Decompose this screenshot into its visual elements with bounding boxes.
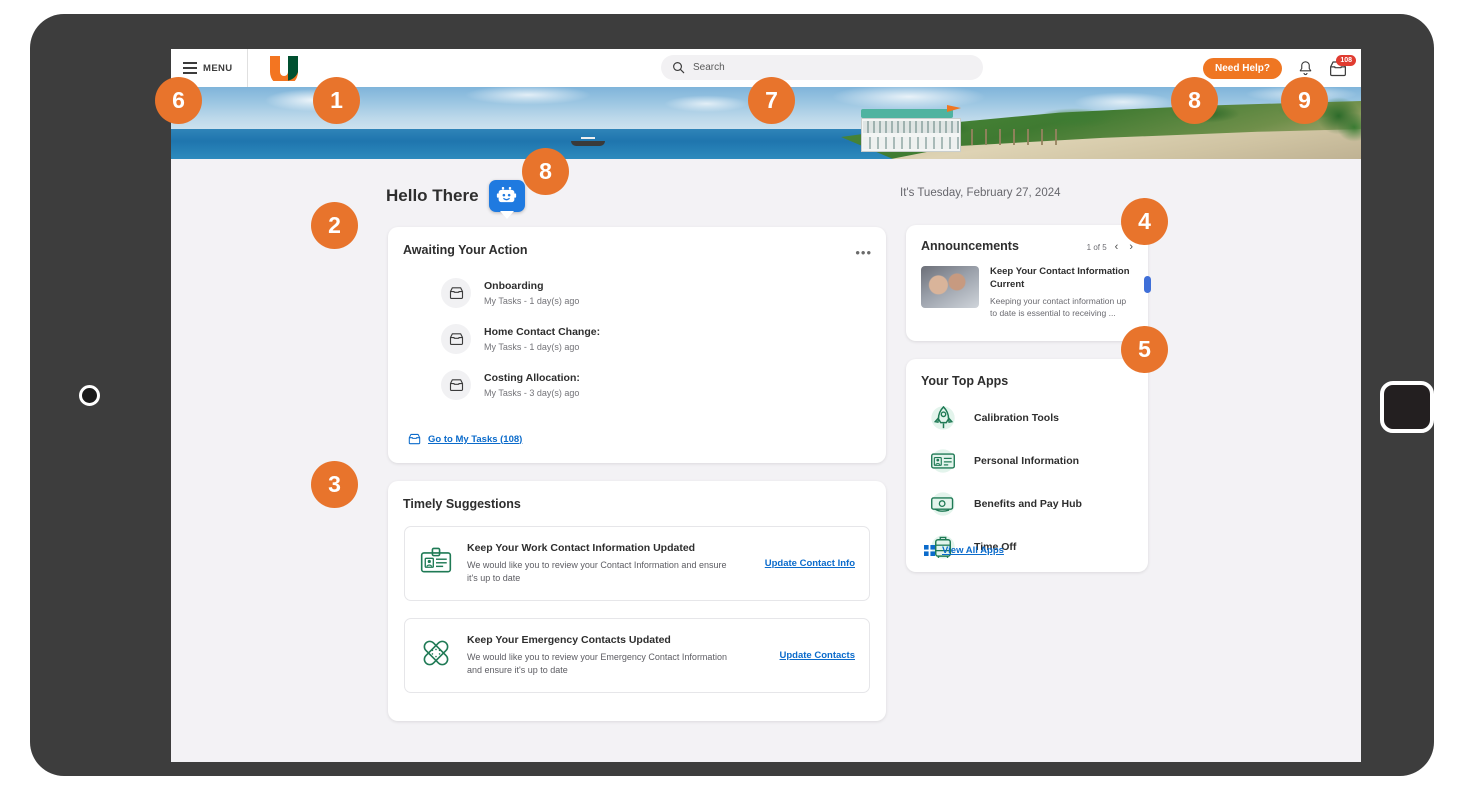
bell-icon[interactable]	[1298, 60, 1313, 77]
inbox-badge-count: 108	[1336, 54, 1356, 66]
annotation-marker-8: 8	[522, 148, 569, 195]
boat-icon	[571, 137, 605, 146]
inbox-task-icon	[441, 278, 471, 308]
app-item-benefits-and-pay-hub[interactable]: Benefits and Pay Hub	[928, 489, 1082, 519]
menu-button-label: MENU	[203, 62, 233, 74]
task-subtitle: My Tasks - 1 day(s) ago	[484, 296, 580, 306]
task-row[interactable]: Onboarding My Tasks - 1 day(s) ago	[441, 278, 861, 308]
announcements-card: Announcements 1 of 5 ‹ › Keep Your Conta…	[906, 225, 1151, 341]
awaiting-card-title: Awaiting Your Action	[403, 243, 528, 257]
task-subtitle: My Tasks - 1 day(s) ago	[484, 342, 580, 352]
suggestion-description: We would like you to review your Emergen…	[467, 651, 727, 675]
top-apps-card-title: Your Top Apps	[921, 374, 1009, 388]
annotation-marker-1: 1	[313, 77, 360, 124]
suggestion-item[interactable]: Keep Your Emergency Contacts Updated We …	[404, 618, 870, 693]
id-badge-icon	[419, 546, 453, 581]
go-to-my-tasks-link[interactable]: Go to My Tasks (108)	[428, 434, 522, 445]
chatbot-icon[interactable]	[488, 180, 525, 219]
money-icon	[928, 489, 958, 519]
suggestion-item[interactable]: Keep Your Work Contact Information Updat…	[404, 526, 870, 601]
annotation-marker-3: 3	[311, 461, 358, 508]
announcements-pager: 1 of 5	[1086, 242, 1107, 252]
need-help-button[interactable]: Need Help?	[1202, 57, 1282, 79]
page-title: Hello There	[386, 186, 479, 205]
view-all-apps-link[interactable]: View All Apps	[942, 545, 1004, 556]
task-title: Home Contact Change:	[484, 326, 601, 338]
awaiting-overflow-menu-button[interactable]: •••	[855, 245, 872, 260]
your-top-apps-card: Your Top Apps Calibration Tools Personal…	[906, 359, 1148, 572]
bandage-cross-icon	[419, 637, 453, 674]
waterfront-building	[861, 103, 969, 155]
annotation-marker-6: 6	[155, 77, 202, 124]
search-icon	[673, 62, 685, 74]
timely-card-title: Timely Suggestions	[403, 497, 521, 511]
inbox-task-icon	[441, 324, 471, 354]
task-subtitle: My Tasks - 3 day(s) ago	[484, 388, 580, 398]
timely-suggestions-card: Timely Suggestions Keep Your Work Contac…	[388, 481, 886, 721]
inbox-icon[interactable]: 108	[1329, 54, 1356, 77]
suggestion-description: We would like you to review your Contact…	[467, 559, 727, 583]
greeting-row: Hello There	[386, 180, 525, 219]
annotation-marker-4: 4	[1121, 198, 1168, 245]
home-button[interactable]	[1380, 381, 1434, 433]
university-logo[interactable]	[268, 55, 308, 81]
task-row[interactable]: Home Contact Change: My Tasks - 1 day(s)…	[441, 324, 861, 354]
annotation-marker-8: 8	[1171, 77, 1218, 124]
update-contacts-link[interactable]: Update Contacts	[780, 650, 855, 661]
rocket-icon	[928, 403, 958, 433]
inbox-task-icon	[441, 370, 471, 400]
annotation-marker-9: 9	[1281, 77, 1328, 124]
task-title: Onboarding	[484, 280, 544, 292]
search-placeholder-text: Search	[693, 62, 725, 73]
announcement-scroll-indicator[interactable]	[1144, 276, 1151, 293]
app-label: Benefits and Pay Hub	[974, 498, 1082, 510]
app-item-personal-information[interactable]: Personal Information	[928, 446, 1082, 476]
suggestion-title: Keep Your Emergency Contacts Updated	[467, 633, 671, 646]
annotation-marker-2: 2	[311, 202, 358, 249]
inbox-link-icon	[408, 433, 421, 445]
annotation-marker-5: 5	[1121, 326, 1168, 373]
annotation-marker-7: 7	[748, 77, 795, 124]
app-label: Calibration Tools	[974, 412, 1059, 424]
announcement-thumbnail	[921, 266, 979, 308]
awaiting-your-action-card: Awaiting Your Action ••• Onboarding My T…	[388, 227, 886, 463]
header-actions: Need Help? 108	[1202, 49, 1356, 87]
task-row[interactable]: Costing Allocation: My Tasks - 3 day(s) …	[441, 370, 861, 400]
grid-icon	[924, 545, 935, 556]
task-title: Costing Allocation:	[484, 372, 580, 384]
suggestion-title: Keep Your Work Contact Information Updat…	[467, 541, 696, 554]
announcement-description: Keeping your contact information up to d…	[990, 295, 1127, 318]
tablet-device-frame: MENU Search Need Help? 108 Hello There I…	[30, 14, 1434, 776]
current-date-text: It's Tuesday, February 27, 2024	[900, 187, 1061, 199]
search-input[interactable]: Search	[661, 55, 983, 80]
chevron-left-icon[interactable]: ‹	[1112, 241, 1122, 253]
app-item-calibration-tools[interactable]: Calibration Tools	[928, 403, 1082, 433]
id-card-icon	[928, 446, 958, 476]
tablet-screen: MENU Search Need Help? 108 Hello There I…	[171, 49, 1361, 762]
app-label: Personal Information	[974, 455, 1080, 467]
update-contact-info-link[interactable]: Update Contact Info	[765, 558, 855, 569]
announcements-card-title: Announcements	[921, 239, 1019, 253]
announcement-title: Keep Your Contact Information Current	[990, 266, 1130, 290]
search-container[interactable]: Search	[661, 55, 983, 80]
hamburger-icon	[183, 62, 197, 74]
camera-icon	[79, 385, 100, 406]
